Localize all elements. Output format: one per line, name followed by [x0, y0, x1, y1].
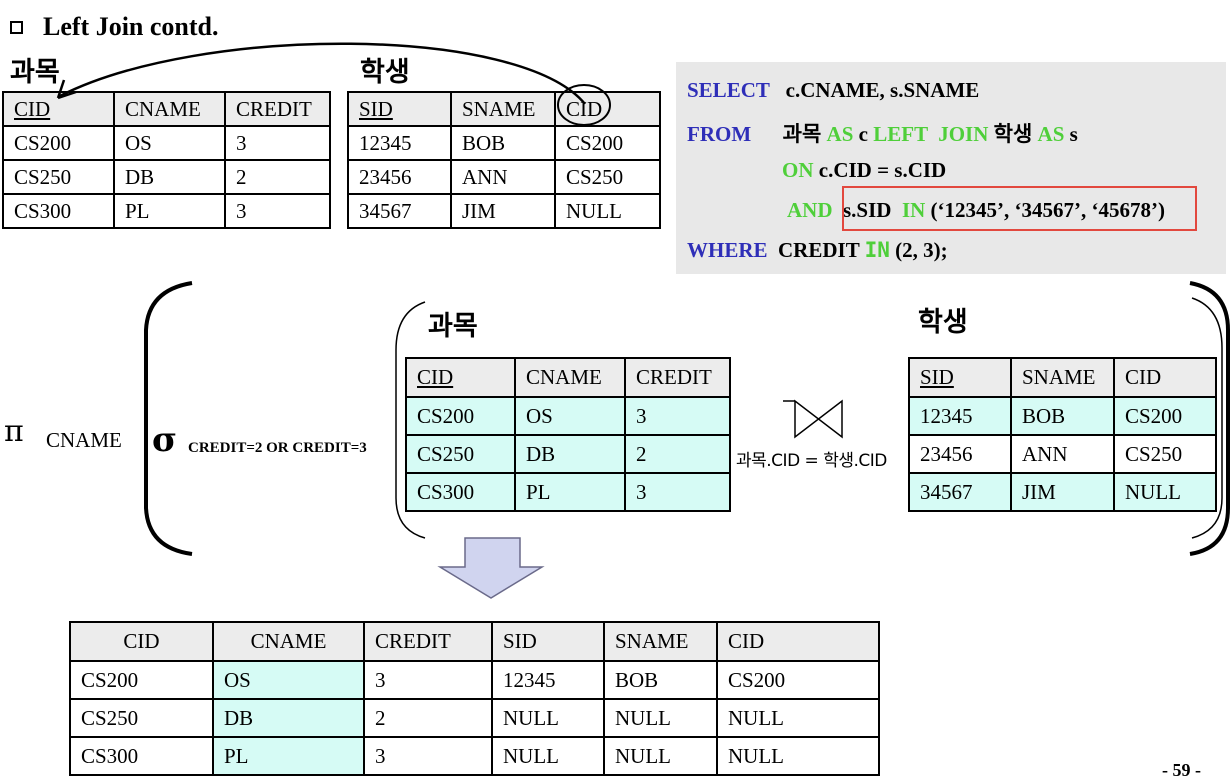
left-inner-paren-icon [395, 301, 426, 539]
diagram-overlay [56, 42, 1230, 599]
curved-arrow-icon [59, 42, 586, 105]
join-symbol-icon [794, 399, 843, 439]
circle-highlight-icon [557, 84, 611, 126]
right-inner-paren-icon [1191, 297, 1223, 539]
down-arrow-icon [437, 537, 545, 599]
left-outer-bracket-icon [144, 281, 193, 556]
